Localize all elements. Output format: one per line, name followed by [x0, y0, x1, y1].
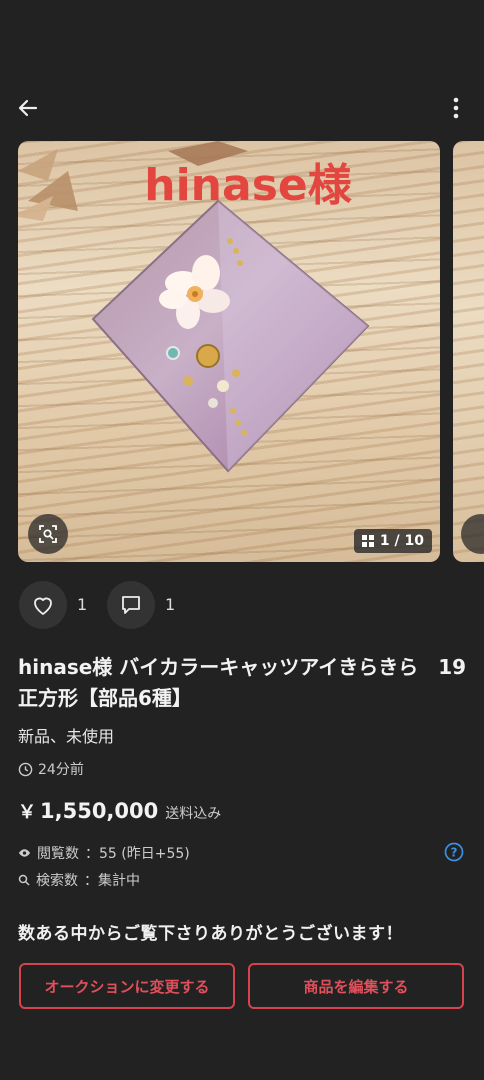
posted-time-row: 24分前 — [18, 759, 84, 779]
price-value: 1,550,000 — [40, 799, 159, 823]
posted-time: 24分前 — [38, 762, 84, 778]
photo-counter-text: 1 / 10 — [379, 533, 424, 549]
image-search-button[interactable] — [28, 514, 68, 554]
image-search-icon — [39, 525, 57, 543]
more-vertical-icon — [453, 97, 459, 119]
price-row: ￥ 1,550,000 送料込み — [18, 798, 221, 824]
grid-icon — [361, 535, 374, 547]
next-photo-scan-button — [461, 514, 484, 554]
heart-icon — [34, 597, 52, 615]
eye-icon — [18, 849, 31, 857]
item-title: hinase様 バイカラーキャッツアイきらきら 19 正方形【部品6種】 — [18, 655, 484, 710]
views-label: 閲覧数 — [37, 846, 79, 862]
search-icon — [18, 874, 30, 886]
views-row: 閲覧数 ：55 (昨日+55) — [18, 843, 190, 863]
clock-icon — [18, 762, 33, 776]
price-currency: ￥ — [18, 802, 36, 823]
views-value: ：55 (昨日+55) — [85, 846, 190, 862]
help-button[interactable]: ? — [444, 842, 464, 862]
comment-button[interactable] — [107, 581, 155, 629]
item-condition: 新品、未使用 — [18, 727, 115, 746]
product-photo[interactable]: hinase様 1 / 10 — [18, 141, 440, 562]
search-count-row: 検索数 ：集計中 — [18, 870, 140, 890]
back-button[interactable] — [14, 94, 42, 122]
comment-count: 1 — [165, 595, 176, 614]
photo-counter[interactable]: 1 / 10 — [353, 529, 432, 553]
like-count: 1 — [77, 595, 88, 614]
change-to-auction-button[interactable]: オークションに変更する — [19, 963, 235, 1009]
like-button[interactable] — [19, 581, 67, 629]
comment-icon — [122, 596, 140, 614]
search-count-value: ：集計中 — [84, 873, 140, 889]
question-circle-icon: ? — [444, 842, 464, 862]
arrow-left-icon — [18, 99, 38, 117]
shipping-label: 送料込み — [165, 806, 222, 822]
seller-message: 数ある中からご覧下さりありがとうございます！ — [18, 924, 403, 944]
next-photo-preview[interactable] — [453, 141, 484, 562]
edit-item-button[interactable]: 商品を編集する — [248, 963, 464, 1009]
search-count-label: 検索数 — [36, 873, 78, 889]
svg-text:?: ? — [451, 846, 458, 860]
more-options-button[interactable] — [444, 94, 468, 122]
photo-overlay-title: hinase様 — [144, 160, 352, 211]
